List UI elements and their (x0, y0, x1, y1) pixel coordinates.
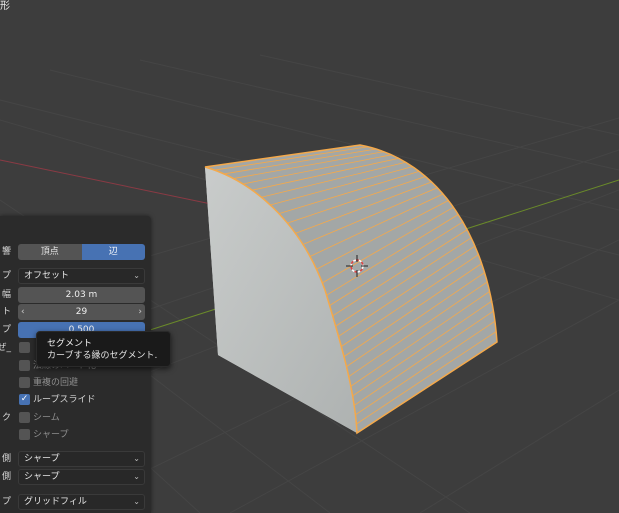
affect-label: 響 (1, 247, 11, 257)
segments-label: ト (1, 307, 11, 317)
reverse-overlap-checkbox[interactable] (19, 377, 30, 388)
window-title: 形 (0, 1, 10, 12)
loop-slide-row: ✓ ループスライド (0, 392, 151, 408)
chevron-down-icon: ⌄ (133, 454, 140, 463)
outer-miter-label: 側 (1, 454, 11, 464)
affect-vertices-button[interactable]: 頂点 (18, 244, 82, 260)
segments-tooltip: セグメント カーブする縁のセグメント. (36, 331, 171, 367)
clamp-overlap-checkbox[interactable] (19, 342, 30, 353)
width-type-value: オフセット (24, 271, 70, 281)
affect-edges-button[interactable]: 辺 (81, 244, 145, 260)
mark-label: ク (1, 413, 11, 423)
chevron-down-icon: ⌄ (133, 497, 140, 506)
width-field[interactable]: 2.03 m (18, 287, 145, 303)
fill-type-label: プ (1, 497, 11, 507)
segments-row: ト ‹ 29 › (0, 304, 151, 320)
fill-type-dropdown[interactable]: グリッドフィル ⌄ (18, 494, 145, 510)
seam-label: シーム (33, 413, 60, 423)
clamp-overlap-label: ぜ_ (0, 343, 11, 353)
mark-seam-row: ク シーム (0, 410, 151, 426)
x-axis-line (0, 159, 241, 211)
decrement-arrow-icon[interactable]: ‹ (21, 304, 25, 320)
loop-slide-checkbox[interactable]: ✓ (19, 394, 30, 405)
width-row: 幅 2.03 m (0, 287, 151, 303)
increment-arrow-icon[interactable]: › (138, 304, 142, 320)
seam-checkbox[interactable] (19, 412, 30, 423)
fill-type-value: グリッドフィル (24, 497, 87, 507)
inner-miter-dropdown[interactable]: シャープ ⌄ (18, 469, 145, 485)
reverse-overlap-label: 重複の回避 (33, 378, 79, 388)
outer-miter-dropdown[interactable]: シャープ ⌄ (18, 451, 145, 467)
width-type-dropdown[interactable]: オフセット ⌄ (18, 268, 145, 284)
affect-toggle: 頂点 辺 (18, 244, 145, 260)
beveled-mesh[interactable] (204, 144, 498, 435)
inner-miter-value: シャープ (24, 472, 60, 482)
sharp-checkbox[interactable] (19, 429, 30, 440)
width-type-row: プ オフセット ⌄ (0, 268, 151, 284)
width-label: 幅 (1, 290, 11, 300)
profile-label: プ (1, 325, 11, 335)
inner-miter-row: 側 シャープ ⌄ (0, 469, 151, 485)
outer-miter-row: 側 シャープ ⌄ (0, 451, 151, 467)
fill-type-row: プ グリッドフィル ⌄ (0, 494, 151, 510)
affect-row: 響 頂点 辺 (0, 244, 151, 260)
inner-miter-label: 側 (1, 472, 11, 482)
sharp-label: シャープ (33, 430, 69, 440)
segments-value: 29 (75, 307, 88, 317)
reverse-overlap-row: 重複の回避 (0, 375, 151, 391)
harden-normals-checkbox[interactable] (19, 360, 30, 371)
outer-miter-value: シャープ (24, 454, 60, 464)
tooltip-description: カーブする縁のセグメント. (47, 351, 158, 361)
segments-field[interactable]: ‹ 29 › (18, 304, 145, 320)
width-type-label: プ (1, 271, 11, 281)
loop-slide-label: ループスライド (33, 395, 96, 405)
chevron-down-icon: ⌄ (133, 472, 140, 481)
chevron-down-icon: ⌄ (133, 271, 140, 280)
mark-sharp-row: シャープ (0, 427, 151, 443)
